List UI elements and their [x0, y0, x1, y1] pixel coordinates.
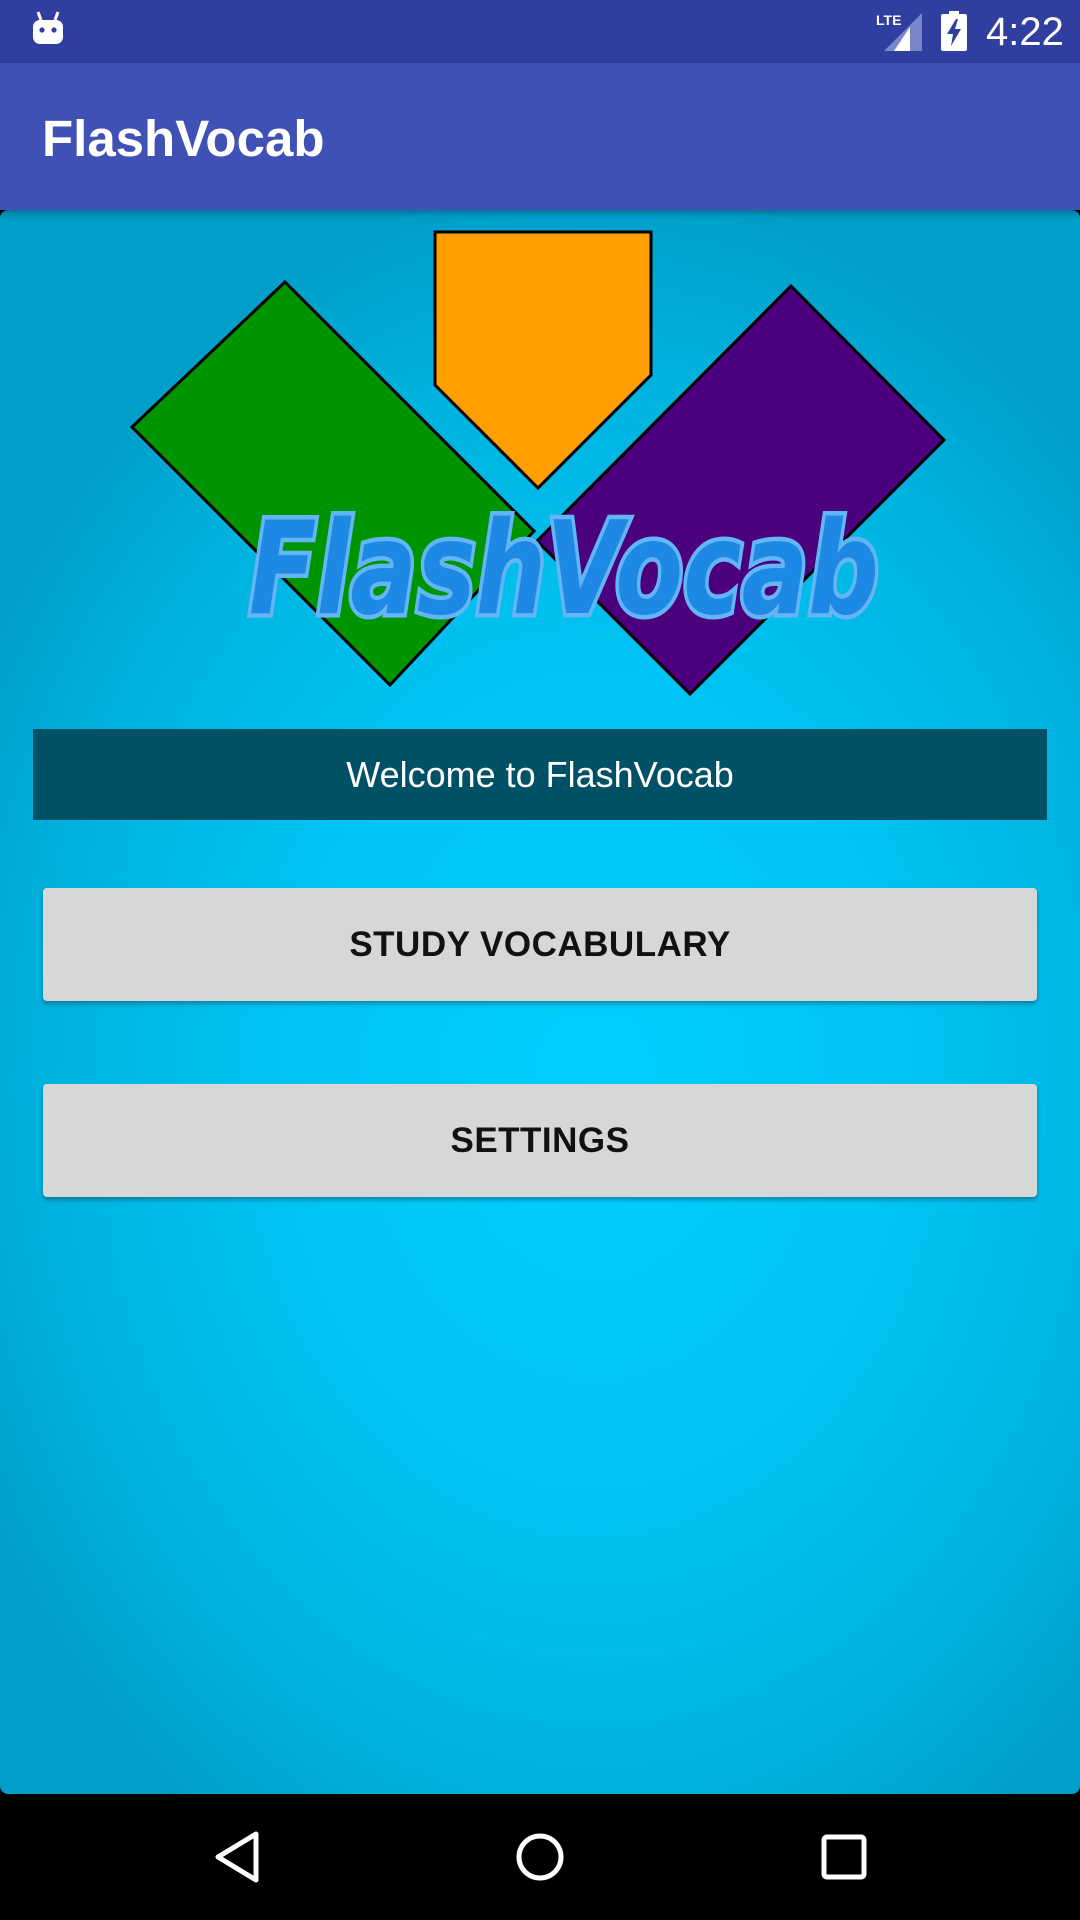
home-icon[interactable] — [514, 1830, 566, 1884]
svg-text:LTE: LTE — [876, 12, 901, 28]
app-title: FlashVocab — [42, 110, 325, 167]
recent-apps-icon[interactable] — [819, 1830, 869, 1884]
navigation-bar — [0, 1794, 1080, 1920]
battery-charging-icon — [941, 11, 967, 51]
study-vocabulary-button[interactable]: STUDY VOCABULARY — [43, 888, 1037, 1001]
welcome-text: Welcome to FlashVocab — [346, 753, 734, 795]
back-icon[interactable] — [212, 1830, 262, 1884]
app-bar: FlashVocab — [0, 63, 1080, 210]
settings-button[interactable]: SETTINGS — [43, 1084, 1037, 1197]
welcome-banner: Welcome to FlashVocab — [33, 729, 1047, 820]
logo-text: FlashVocab — [249, 495, 879, 644]
main-content: FlashVocab Welcome to FlashVocab STUDY V… — [0, 210, 1080, 1794]
status-bar: LTE 4:22 — [0, 0, 1080, 63]
flashvocab-logo: FlashVocab — [129, 230, 947, 697]
lte-signal-icon: LTE — [876, 12, 922, 51]
status-time: 4:22 — [986, 10, 1064, 54]
android-icon — [33, 11, 63, 44]
